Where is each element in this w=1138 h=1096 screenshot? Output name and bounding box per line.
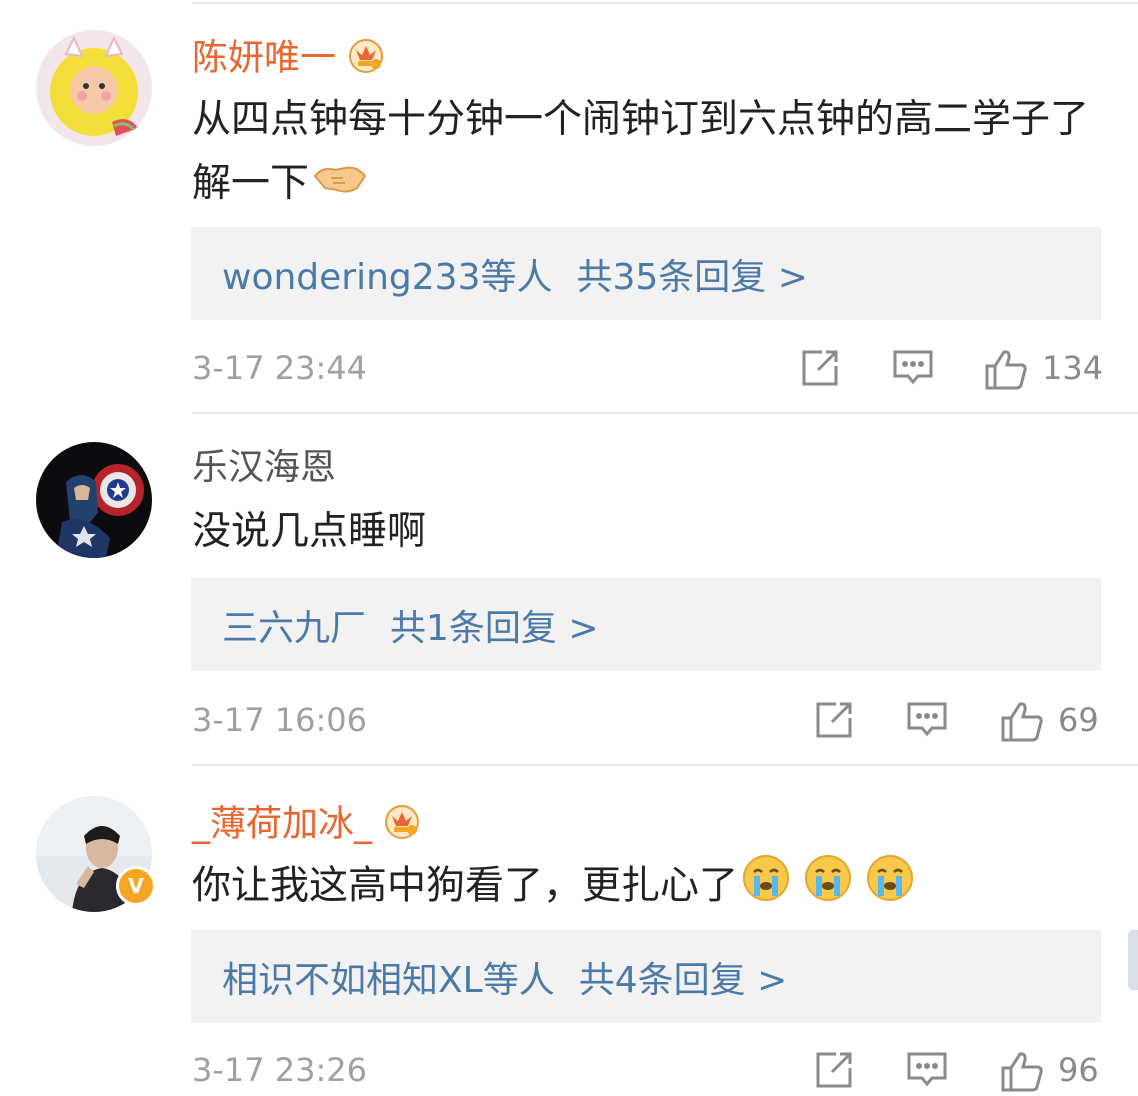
comment-meta: 3-17 16:06 69 [192, 698, 1102, 742]
comment-meta: 3-17 23:26 96 [192, 1048, 1102, 1092]
comment-icon[interactable] [906, 700, 948, 744]
username-text[interactable]: _薄荷加冰_ [192, 804, 372, 845]
verified-badge-icon: V [116, 866, 156, 906]
like-count: 69 [1058, 701, 1099, 739]
share-icon[interactable] [814, 700, 854, 744]
username-text[interactable]: 乐汉海恩 [192, 447, 336, 488]
comment-text: 你让我这高中狗看了，更扎心了 [192, 852, 1112, 924]
username[interactable]: 陈妍唯一 [192, 34, 386, 85]
handshake-icon [313, 154, 367, 218]
reply-users[interactable]: wondering233等人 [222, 257, 552, 298]
like-icon[interactable] [984, 348, 1028, 394]
comment-item: 陈妍唯一 从四点钟每十分钟一个闹钟订到六点钟的高二学子了解一下 wonderin… [0, 0, 1138, 414]
crown-icon [382, 800, 422, 851]
comment-icon[interactable] [892, 348, 934, 392]
reply-count-link[interactable]: 共1条回复 > [390, 608, 599, 649]
reply-count-link[interactable]: 共35条回复 > [576, 257, 807, 298]
crown-icon [346, 34, 386, 85]
username[interactable]: 乐汉海恩 [192, 446, 336, 490]
share-icon[interactable] [814, 1050, 854, 1094]
avatar[interactable] [36, 30, 152, 146]
comment-text: 没说几点睡啊 [192, 509, 427, 554]
like-count: 134 [1042, 349, 1104, 387]
avatar[interactable] [36, 442, 152, 558]
crying-face-icon [742, 852, 922, 924]
share-icon[interactable] [800, 348, 840, 392]
username-text[interactable]: 陈妍唯一 [192, 38, 336, 79]
like-icon[interactable] [1000, 700, 1044, 746]
reply-summary[interactable]: wondering233等人 共35条回复 > [191, 227, 1101, 320]
reply-users[interactable]: 三六九厂 [222, 608, 366, 649]
username[interactable]: _薄荷加冰_ [192, 800, 422, 851]
comment-meta: 3-17 23:44 134 [192, 346, 1104, 392]
comment-icon[interactable] [906, 1050, 948, 1094]
timestamp: 3-17 16:06 [192, 701, 368, 739]
timestamp: 3-17 23:26 [192, 1051, 368, 1089]
avatar[interactable]: V [36, 796, 156, 912]
comment-text: 从四点钟每十分钟一个闹钟订到六点钟的高二学子了解一下 [192, 88, 1112, 218]
reply-count-link[interactable]: 共4条回复 > [579, 960, 788, 1001]
like-count: 96 [1058, 1051, 1099, 1089]
reply-summary[interactable]: 三六九厂 共1条回复 > [191, 578, 1101, 671]
reply-users[interactable]: 相识不如相知XL等人 [222, 960, 555, 1001]
comment-item: 乐汉海恩 没说几点睡啊 三六九厂 共1条回复 > 3-17 16:06 69 [0, 414, 1138, 766]
like-icon[interactable] [1000, 1050, 1044, 1096]
scroll-handle[interactable] [1128, 930, 1138, 990]
timestamp: 3-17 23:44 [192, 349, 368, 387]
comment-item: V _薄荷加冰_ 你让我这高中狗看了，更扎心了 相识不如相知XL等人 共4条回复… [0, 766, 1138, 1092]
reply-summary[interactable]: 相识不如相知XL等人 共4条回复 > [191, 930, 1101, 1023]
